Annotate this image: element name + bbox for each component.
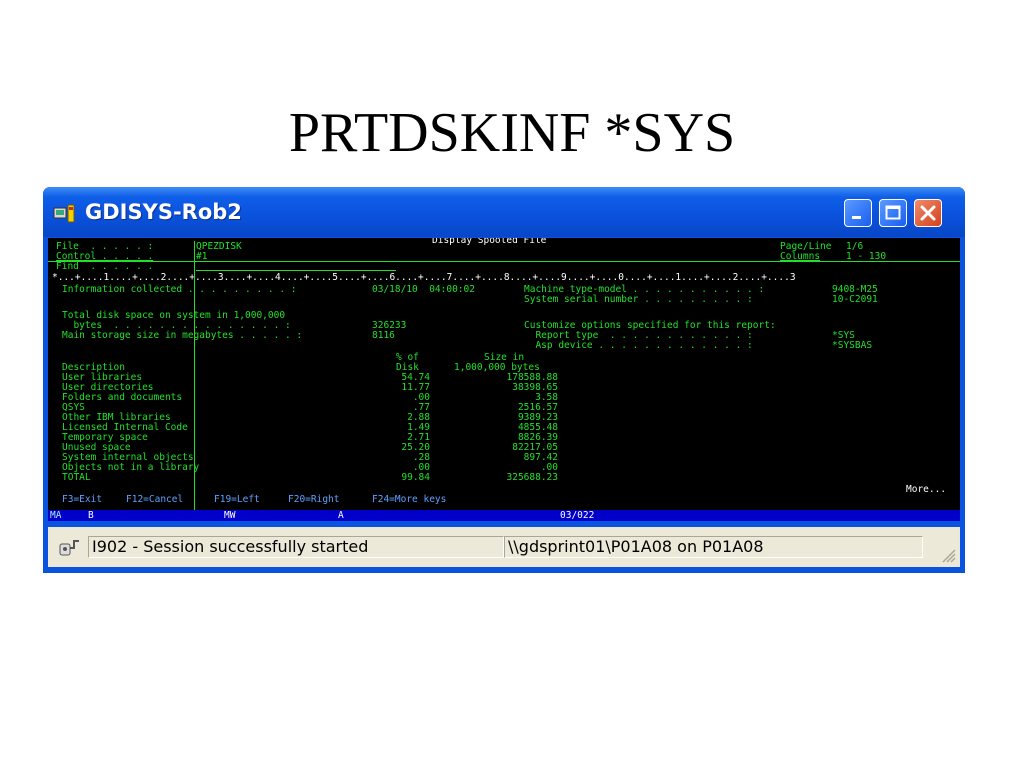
terminal-screen[interactable]: File . . . . . : QPEZDISK Display Spoole… — [48, 238, 960, 521]
header-divider — [48, 261, 960, 262]
find-label: Find . . . . . . — [56, 261, 154, 272]
fkey-right[interactable]: F20=Right — [288, 494, 339, 505]
maximize-button[interactable] — [879, 199, 907, 227]
oia-mw: MW — [224, 510, 236, 521]
emulator-window: GDISYS-Rob2 File . . . . . : QPEZDISK Di… — [43, 187, 965, 573]
status-bar: I902 - Session successfully started \\gd… — [48, 527, 960, 567]
maximize-icon — [885, 205, 901, 220]
cursor-position: 03/022 — [560, 510, 595, 521]
session-connected-icon — [59, 540, 79, 556]
collected-value: 03/18/10 04:00:02 — [372, 284, 475, 295]
oia-ma: MA — [50, 510, 62, 521]
minimize-icon — [852, 216, 861, 219]
resize-grip-icon[interactable] — [940, 547, 956, 563]
close-icon — [920, 205, 936, 221]
more-indicator: More... — [906, 484, 947, 495]
window-title: GDISYS-Rob2 — [85, 200, 242, 224]
find-input-underline[interactable] — [196, 270, 396, 271]
main-storage-label: Main storage size in megabytes . . . . .… — [62, 330, 303, 341]
printer-status: \\gdsprint01\P01A08 on P01A08 — [504, 536, 923, 558]
fkey-left[interactable]: F19=Left — [214, 494, 260, 505]
oia-b: B — [88, 510, 94, 521]
asp-device-value: *SYSBAS — [832, 340, 873, 351]
operator-info-area: MA B MW A 03/022 — [48, 510, 960, 521]
center-title: Display Spooled File — [432, 238, 547, 246]
row-size: 325688.23 — [506, 472, 558, 483]
title-bar[interactable]: GDISYS-Rob2 — [43, 187, 965, 237]
minimize-button[interactable] — [844, 199, 872, 227]
column-ruler: *...+....1....+....2....+....3....+....4… — [52, 272, 796, 283]
status-message: I902 - Session successfully started — [88, 536, 504, 558]
fkey-cancel[interactable]: F12=Cancel — [126, 494, 183, 505]
serial-label: System serial number . . . . . . . . . : — [524, 294, 753, 305]
collected-label: Information collected . . . . . . . . . … — [62, 284, 297, 295]
serial-value: 10-C2091 — [832, 294, 878, 305]
fkey-more-keys[interactable]: F24=More keys — [372, 494, 446, 505]
row-desc: TOTAL — [62, 472, 91, 483]
main-storage-value: 8116 — [372, 330, 395, 341]
terminal-app-icon — [53, 204, 75, 223]
row-pct: 99.84 — [401, 472, 430, 483]
asp-device-label: Asp device . . . . . . . . . . . . . : — [524, 340, 753, 351]
fkey-exit[interactable]: F3=Exit — [62, 494, 102, 505]
oia-a: A — [338, 510, 344, 521]
slide-title: PRTDSKINF *SYS — [288, 102, 736, 164]
close-button[interactable] — [914, 199, 942, 227]
